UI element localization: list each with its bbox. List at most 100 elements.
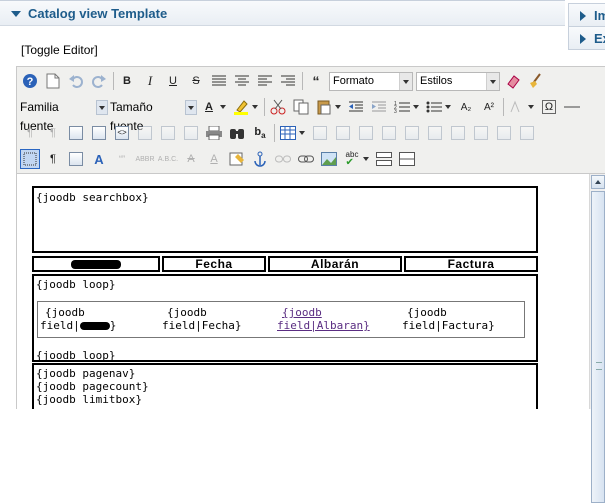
cleanup-button[interactable] — [526, 71, 546, 91]
collapse-arrow-icon[interactable] — [11, 11, 21, 17]
text-direction-button[interactable] — [507, 97, 527, 117]
font-color-button[interactable]: A — [199, 97, 219, 117]
side-panel-im[interactable]: Im — [568, 3, 605, 27]
anchor-button[interactable] — [250, 149, 270, 169]
paste-text-button[interactable] — [135, 123, 155, 143]
cite-button[interactable]: “” — [112, 149, 132, 169]
page-break-button[interactable] — [374, 149, 394, 169]
select-all-button[interactable] — [181, 123, 201, 143]
field-tag-line2: field|Factura} — [402, 319, 495, 332]
link-button[interactable] — [296, 149, 316, 169]
scroll-up-arrow-icon[interactable] — [591, 175, 605, 189]
numbered-list-dropdown[interactable] — [412, 97, 421, 117]
find-button[interactable] — [227, 123, 247, 143]
spellcheck-dropdown[interactable] — [362, 149, 371, 169]
align-right-button[interactable] — [278, 71, 298, 91]
abbreviation-button[interactable]: ABBR — [135, 149, 155, 169]
show-blocks-button[interactable]: ¶ — [43, 149, 63, 169]
paragraph-rtl-button[interactable]: ¶ — [43, 123, 63, 143]
outdent-button[interactable] — [346, 97, 366, 117]
paste-button[interactable] — [314, 97, 334, 117]
header-cell-albaran[interactable]: Albarán — [268, 256, 402, 272]
new-document-button[interactable] — [43, 71, 63, 91]
font-family-select[interactable]: Familia fuente — [20, 98, 108, 133]
help-button[interactable]: ? — [20, 71, 40, 91]
paste-word-button[interactable] — [158, 123, 178, 143]
catalog-view-template-panel-header[interactable]: Catalog view Template — [0, 0, 565, 26]
insert-image-button[interactable] — [319, 149, 339, 169]
visual-aid-button[interactable] — [20, 149, 40, 169]
special-character-button[interactable]: Ω — [539, 97, 559, 117]
insert-row-before-button[interactable] — [356, 123, 376, 143]
font-color-dropdown[interactable] — [219, 97, 228, 117]
blockquote-button[interactable]: “ — [306, 71, 326, 91]
insert-col-after-button[interactable] — [448, 123, 468, 143]
chevron-down-icon — [486, 72, 499, 90]
header-cell-fecha[interactable]: Fecha — [162, 256, 266, 272]
table-cell-props-button[interactable] — [333, 123, 353, 143]
paragraph-ltr-button[interactable]: ¶ — [20, 123, 40, 143]
insert-col-before-button[interactable] — [425, 123, 445, 143]
header-cell-redacted[interactable] — [32, 256, 160, 272]
footer-cell[interactable]: {joodb pagenav} {joodb pagecount} {joodb… — [32, 363, 538, 409]
font-size-select[interactable]: Tamaño fuente — [110, 98, 197, 133]
redo-button[interactable] — [89, 71, 109, 91]
justify-button[interactable] — [209, 71, 229, 91]
bullet-list-button[interactable] — [424, 97, 444, 117]
readmore-button[interactable] — [397, 149, 417, 169]
attributes-button[interactable] — [227, 149, 247, 169]
spellcheck-button[interactable]: abc ✔ — [342, 149, 362, 169]
print-button[interactable] — [204, 123, 224, 143]
indent-button[interactable] — [369, 97, 389, 117]
searchbox-cell[interactable]: {joodb searchbox} — [32, 186, 538, 253]
delete-col-button[interactable] — [471, 123, 491, 143]
horizontal-rule-button[interactable] — [562, 97, 582, 117]
header-cell-factura[interactable]: Factura — [404, 256, 538, 272]
bold-button[interactable]: B — [117, 71, 137, 91]
bullet-list-dropdown[interactable] — [444, 97, 453, 117]
format-select[interactable]: Formato — [329, 71, 413, 91]
scrollbar-thumb[interactable] — [591, 191, 605, 503]
insert-table-button[interactable] — [278, 123, 298, 143]
align-left-button[interactable] — [255, 71, 275, 91]
delete-row-button[interactable] — [402, 123, 422, 143]
insert-row-after-button[interactable] — [379, 123, 399, 143]
acronym-button[interactable]: A.B.C. — [158, 149, 178, 169]
source-code-button[interactable]: <> — [112, 123, 132, 143]
deletion-button[interactable]: A — [181, 149, 201, 169]
split-cells-button[interactable] — [494, 123, 514, 143]
align-center-button[interactable] — [232, 71, 252, 91]
nonbreaking-space-button[interactable] — [66, 149, 86, 169]
subscript-button[interactable]: A₂ — [456, 97, 476, 117]
styles-select[interactable]: Estilos — [416, 71, 500, 91]
replace-button[interactable]: ba — [250, 123, 270, 143]
toggle-editor-link[interactable]: [Toggle Editor] — [21, 43, 98, 57]
highlight-color-button[interactable] — [231, 97, 251, 117]
side-panel-ex[interactable]: Ex — [568, 26, 605, 50]
insertion-button[interactable]: A — [204, 149, 224, 169]
styles-props-button[interactable]: A — [89, 149, 109, 169]
numbered-list-button[interactable]: 123 — [392, 97, 412, 117]
editor-vertical-scrollbar[interactable] — [589, 174, 605, 503]
merge-cells-icon — [520, 126, 534, 140]
underline-button[interactable]: U — [163, 71, 183, 91]
insert-table-dropdown[interactable] — [298, 123, 307, 143]
superscript-button[interactable]: A² — [479, 97, 499, 117]
page-break-icon — [376, 152, 392, 166]
help-icon: ? — [23, 74, 37, 88]
template-button[interactable] — [89, 123, 109, 143]
paste-dropdown[interactable] — [334, 97, 343, 117]
text-direction-dropdown[interactable] — [527, 97, 536, 117]
highlight-color-dropdown[interactable] — [251, 97, 260, 117]
copy-button[interactable] — [291, 97, 311, 117]
undo-button[interactable] — [66, 71, 86, 91]
unlink-button[interactable] — [273, 149, 293, 169]
field-tag-albaran-link[interactable]: {joodb field|Albaran} — [277, 306, 370, 332]
table-row-props-button[interactable] — [310, 123, 330, 143]
cut-button[interactable] — [268, 97, 288, 117]
italic-button[interactable]: I — [140, 71, 160, 91]
remove-format-button[interactable] — [503, 71, 523, 91]
strikethrough-button[interactable]: S — [186, 71, 206, 91]
merge-cells-button[interactable] — [517, 123, 537, 143]
preview-button[interactable] — [66, 123, 86, 143]
